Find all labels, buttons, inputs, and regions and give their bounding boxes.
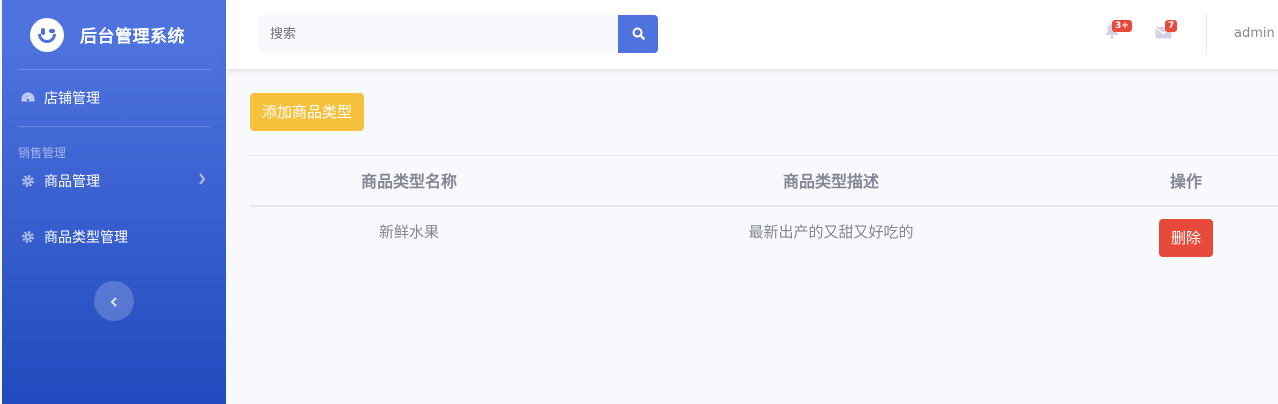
messages-badge: 7 [1165,20,1178,32]
sidebar-divider [18,126,210,127]
search-icon [632,25,645,44]
sidebar-item-label: 商品管理 [44,174,100,190]
table-row: 新鲜水果 最新出产的又甜又好吃的 删除 [250,206,1278,257]
alerts-dropdown[interactable]: 3+ [1101,20,1132,44]
main-content: 添加商品类型 商品类型名称 商品类型描述 操作 新鲜水果 最新出产的又甜又好吃的… [250,93,1278,257]
cell-name: 新鲜水果 [378,222,439,241]
laugh-wink-icon [30,17,64,52]
topbar: 3+ 7 admin [226,0,1278,69]
sidebar-toggle-button[interactable] [94,281,134,321]
sidebar-item-label: 店铺管理 [44,91,100,107]
column-header-name: 商品类型名称 [250,155,568,207]
gear-icon [20,229,36,245]
sidebar: 后台管理系统 店铺管理 销售管理 商品管理 商品类型管理 [2,0,226,404]
table-header-row: 商品类型名称 商品类型描述 操作 [250,155,1278,207]
search-input[interactable] [258,15,618,53]
gear-icon [20,173,36,189]
search-form [258,15,658,53]
add-product-type-button[interactable]: 添加商品类型 [250,93,365,131]
sidebar-item-product-management[interactable]: 商品管理 [2,153,226,209]
chevron-left-icon [110,292,118,311]
tachometer-icon [20,90,36,106]
topbar-divider [1206,14,1207,54]
sidebar-item-shop-management[interactable]: 店铺管理 [2,70,226,126]
cell-description: 最新出产的又甜又好吃的 [748,222,914,241]
column-header-actions: 操作 [1094,155,1278,207]
sidebar-item-product-type-management[interactable]: 商品类型管理 [2,209,226,265]
column-header-description: 商品类型描述 [568,155,1094,207]
delete-button[interactable]: 删除 [1158,218,1213,257]
chevron-right-icon [198,173,206,189]
brand-title: 后台管理系统 [80,27,185,47]
user-menu[interactable]: admin [1234,26,1275,41]
sidebar-item-label: 商品类型管理 [44,230,128,246]
alerts-badge: 3+ [1112,20,1132,32]
product-type-table: 商品类型名称 商品类型描述 操作 新鲜水果 最新出产的又甜又好吃的 删除 [250,155,1278,257]
messages-dropdown[interactable]: 7 [1152,20,1178,44]
brand[interactable]: 后台管理系统 [2,0,226,69]
cell-actions: 删除 [1094,206,1278,257]
search-button[interactable] [618,15,658,53]
